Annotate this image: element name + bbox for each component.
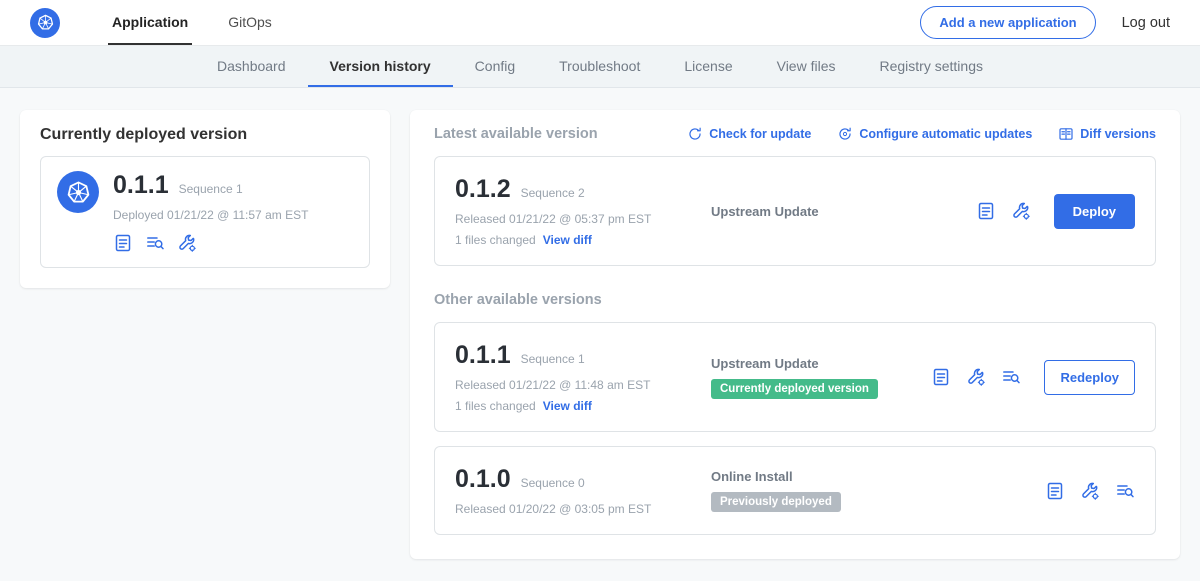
view-diff-link[interactable]: View diff — [543, 399, 592, 413]
edit-config-icon[interactable] — [177, 233, 197, 253]
currently-deployed-badge: Currently deployed version — [711, 379, 878, 399]
sequence-label: Sequence 0 — [521, 476, 585, 490]
version-topline: 0.1.2 Sequence 2 — [455, 175, 711, 204]
app-logo — [57, 171, 99, 213]
version-history-panel: Latest available version Check for updat… — [410, 110, 1180, 559]
configure-automatic-updates-label: Configure automatic updates — [859, 127, 1032, 141]
tab-application-label: Application — [112, 14, 188, 30]
tab-application[interactable]: Application — [108, 0, 192, 45]
redeploy-button[interactable]: Redeploy — [1044, 360, 1135, 395]
kubernetes-helm-icon — [36, 13, 55, 32]
source-label: Upstream Update — [711, 356, 819, 371]
top-tabs: Application GitOps — [92, 0, 292, 45]
deployed-version-body: 0.1.1 Sequence 1 Deployed 01/21/22 @ 11:… — [113, 171, 308, 253]
subnav-item-view-files[interactable]: View files — [755, 46, 858, 87]
version-number: 0.1.2 — [455, 175, 511, 204]
files-changed-line: 1 files changed View diff — [455, 233, 711, 247]
diff-versions-label: Diff versions — [1080, 127, 1156, 141]
version-info: 0.1.2 Sequence 2 Released 01/21/22 @ 05:… — [455, 175, 711, 247]
deploy-logs-icon[interactable] — [1001, 367, 1021, 387]
panel-header: Latest available version Check for updat… — [434, 126, 1156, 142]
topnav-right: Add a new application Log out — [920, 6, 1170, 39]
main-content: Currently deployed version 0.1.1 Sequenc… — [0, 88, 1200, 581]
subnav-item-dashboard[interactable]: Dashboard — [195, 46, 308, 87]
files-changed-line: 1 files changed View diff — [455, 399, 711, 413]
release-notes-icon[interactable] — [976, 201, 996, 221]
deploy-logs-icon[interactable] — [1115, 481, 1135, 501]
check-for-update-label: Check for update — [709, 127, 811, 141]
kubernetes-helm-icon — [65, 179, 92, 206]
version-source: Upstream Update Currently deployed versi… — [711, 356, 919, 399]
refresh-icon — [687, 126, 703, 142]
auto-update-icon — [837, 126, 853, 142]
subnav-item-license[interactable]: License — [662, 46, 754, 87]
released-timestamp: Released 01/20/22 @ 03:05 pm EST — [455, 502, 711, 516]
latest-available-title: Latest available version — [434, 126, 598, 142]
deployed-action-icons — [113, 233, 308, 253]
deployed-version-topline: 0.1.1 Sequence 1 — [113, 171, 308, 200]
page: Application GitOps Add a new application… — [0, 0, 1200, 581]
other-available-title: Other available versions — [434, 292, 1156, 308]
previously-deployed-badge: Previously deployed — [711, 492, 841, 512]
files-changed-label: 1 files changed — [455, 399, 536, 413]
subnav-item-config[interactable]: Config — [453, 46, 537, 87]
version-info: 0.1.0 Sequence 0 Released 01/20/22 @ 03:… — [455, 465, 711, 516]
deployed-card-title: Currently deployed version — [40, 126, 370, 144]
tab-gitops-label: GitOps — [228, 14, 272, 30]
top-navbar: Application GitOps Add a new application… — [0, 0, 1200, 46]
edit-config-icon[interactable] — [966, 367, 986, 387]
diff-icon — [1058, 126, 1074, 142]
add-application-button[interactable]: Add a new application — [920, 6, 1095, 39]
diff-versions-link[interactable]: Diff versions — [1058, 126, 1156, 142]
subnav-item-troubleshoot[interactable]: Troubleshoot — [537, 46, 662, 87]
deploy-logs-icon[interactable] — [145, 233, 165, 253]
release-notes-icon[interactable] — [1045, 481, 1065, 501]
configure-automatic-updates-link[interactable]: Configure automatic updates — [837, 126, 1032, 142]
version-topline: 0.1.0 Sequence 0 — [455, 465, 711, 494]
subnav-item-registry-settings[interactable]: Registry settings — [858, 46, 1005, 87]
released-timestamp: Released 01/21/22 @ 11:48 am EST — [455, 378, 711, 392]
currently-deployed-card: Currently deployed version 0.1.1 Sequenc… — [20, 110, 390, 288]
version-card: 0.1.0 Sequence 0 Released 01/20/22 @ 03:… — [434, 446, 1156, 535]
sequence-label: Sequence 2 — [521, 186, 585, 200]
version-number: 0.1.0 — [455, 465, 511, 494]
deployed-timestamp: Deployed 01/21/22 @ 11:57 am EST — [113, 208, 308, 222]
version-card: 0.1.1 Sequence 1 Released 01/21/22 @ 11:… — [434, 322, 1156, 432]
kubernetes-logo[interactable] — [30, 8, 60, 38]
view-diff-link[interactable]: View diff — [543, 233, 592, 247]
edit-config-icon[interactable] — [1080, 481, 1100, 501]
app-subnav: Dashboard Version history Config Trouble… — [0, 46, 1200, 88]
version-actions: Redeploy — [931, 360, 1135, 395]
source-label: Online Install — [711, 469, 793, 484]
version-source: Online Install Previously deployed — [711, 469, 1033, 512]
version-info: 0.1.1 Sequence 1 Released 01/21/22 @ 11:… — [455, 341, 711, 413]
tab-gitops[interactable]: GitOps — [224, 0, 276, 45]
deployed-version-number: 0.1.1 — [113, 171, 169, 200]
version-actions: Deploy — [976, 194, 1135, 229]
sequence-label: Sequence 1 — [521, 352, 585, 366]
panel-actions: Check for update Configure automatic upd… — [687, 126, 1156, 142]
version-actions — [1045, 481, 1135, 501]
release-notes-icon[interactable] — [113, 233, 133, 253]
deploy-button[interactable]: Deploy — [1054, 194, 1135, 229]
check-for-update-link[interactable]: Check for update — [687, 126, 811, 142]
source-label: Upstream Update — [711, 204, 819, 219]
release-notes-icon[interactable] — [931, 367, 951, 387]
subnav-item-version-history[interactable]: Version history — [308, 46, 453, 87]
released-timestamp: Released 01/21/22 @ 05:37 pm EST — [455, 212, 711, 226]
files-changed-label: 1 files changed — [455, 233, 536, 247]
version-number: 0.1.1 — [455, 341, 511, 370]
edit-config-icon[interactable] — [1011, 201, 1031, 221]
latest-version-card: 0.1.2 Sequence 2 Released 01/21/22 @ 05:… — [434, 156, 1156, 266]
version-topline: 0.1.1 Sequence 1 — [455, 341, 711, 370]
deployed-sequence-label: Sequence 1 — [179, 182, 243, 196]
deployed-version-tile: 0.1.1 Sequence 1 Deployed 01/21/22 @ 11:… — [40, 156, 370, 268]
version-source: Upstream Update — [711, 204, 964, 219]
logout-link[interactable]: Log out — [1122, 15, 1170, 31]
